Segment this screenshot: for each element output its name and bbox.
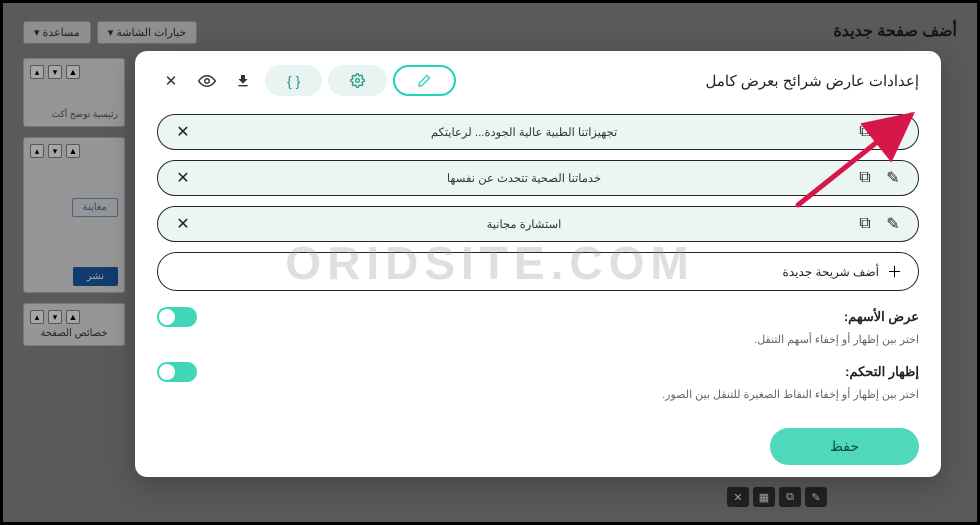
- arrows-label: عرض الأسهم:: [844, 309, 919, 325]
- arrows-desc: اختر بين إظهار أو إخفاء أسهم التنقل.: [157, 333, 919, 346]
- edit-icon[interactable]: ✎: [884, 215, 902, 233]
- modal-title: إعدادات عارض شرائح بعرض كامل: [706, 72, 920, 90]
- duplicate-icon[interactable]: ⧉: [856, 123, 874, 141]
- plus-icon: ＋: [887, 261, 902, 282]
- edit-icon[interactable]: ✎: [884, 169, 902, 187]
- slide-title: خدماتنا الصحية تتحدث عن نفسها: [202, 171, 846, 185]
- duplicate-icon[interactable]: ⧉: [856, 169, 874, 187]
- tab-code[interactable]: { }: [265, 65, 322, 96]
- controls-toggle[interactable]: [157, 362, 197, 382]
- delete-icon[interactable]: ✕: [174, 215, 192, 233]
- slide-title: تجهيزاتنا الطبية عالية الجودة... لرعايتك…: [202, 125, 846, 139]
- slide-row: ✎ ⧉ تجهيزاتنا الطبية عالية الجودة... لرع…: [157, 114, 919, 150]
- controls-label: إظهار التحكم:: [845, 364, 919, 380]
- delete-icon[interactable]: ✕: [174, 123, 192, 141]
- close-icon[interactable]: ✕: [157, 67, 185, 95]
- slider-settings-modal: إعدادات عارض شرائح بعرض كامل ✕ { } ✎: [135, 51, 941, 477]
- save-button[interactable]: حفظ: [770, 428, 919, 465]
- slide-row: ✎ ⧉ خدماتنا الصحية تتحدث عن نفسها ✕: [157, 160, 919, 196]
- tab-settings[interactable]: [328, 65, 387, 96]
- add-slide-label: أضف شريحة جديدة: [783, 265, 879, 279]
- delete-icon[interactable]: ✕: [174, 169, 192, 187]
- arrows-toggle[interactable]: [157, 307, 197, 327]
- download-icon[interactable]: [229, 67, 257, 95]
- slide-row: ✎ ⧉ استشارة مجانية ✕: [157, 206, 919, 242]
- eye-icon[interactable]: [193, 67, 221, 95]
- add-slide-button[interactable]: ＋ أضف شريحة جديدة: [157, 252, 919, 291]
- controls-desc: اختر بين إظهار أو إخفاء النقاط الصغيرة ل…: [157, 388, 919, 401]
- duplicate-icon[interactable]: ⧉: [856, 215, 874, 233]
- tab-design[interactable]: [393, 65, 456, 96]
- slide-title: استشارة مجانية: [202, 217, 846, 231]
- edit-icon[interactable]: ✎: [884, 123, 902, 141]
